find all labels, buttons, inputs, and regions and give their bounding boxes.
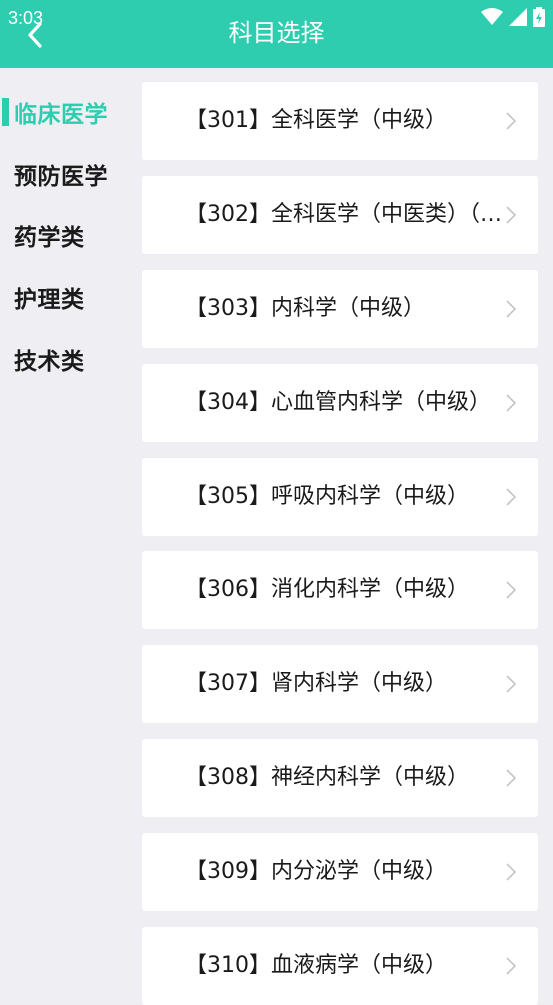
- subject-item-303[interactable]: 【303】内科学（中级）: [142, 270, 538, 348]
- sidebar-item-label: 护理类: [14, 287, 85, 313]
- subject-label: 【304】心血管内科学（中级）: [185, 390, 491, 415]
- chevron-right-icon: [506, 769, 517, 787]
- sidebar-item-label: 技术类: [14, 349, 85, 375]
- subject-label: 【303】内科学（中级）: [185, 296, 425, 321]
- chevron-right-icon: [506, 675, 517, 693]
- sidebar-item-technology[interactable]: 技术类: [0, 337, 136, 381]
- app-header: 3:03 科目选择: [0, 0, 553, 68]
- chevron-right-icon: [506, 488, 517, 506]
- subject-label: 【301】全科医学（中级）: [185, 108, 447, 133]
- subject-item-310[interactable]: 【310】血液病学（中级）: [142, 927, 538, 1005]
- subject-item-307[interactable]: 【307】肾内科学（中级）: [142, 645, 538, 723]
- chevron-right-icon: [506, 394, 517, 412]
- category-sidebar: 临床医学 预防医学 药学类 护理类 技术类: [0, 68, 136, 983]
- subject-label: 【309】内分泌学（中级）: [185, 859, 447, 884]
- subject-item-309[interactable]: 【309】内分泌学（中级）: [142, 833, 538, 911]
- chevron-right-icon: [506, 112, 517, 130]
- chevron-right-icon: [506, 300, 517, 318]
- sidebar-item-preventive-medicine[interactable]: 预防医学: [0, 152, 136, 196]
- subject-label: 【305】呼吸内科学（中级）: [185, 484, 469, 509]
- subject-label: 【302】全科医学（中医类）（中级）: [185, 202, 515, 227]
- subject-item-306[interactable]: 【306】消化内科学（中级）: [142, 551, 538, 629]
- sidebar-item-label: 药学类: [14, 225, 85, 251]
- subject-item-304[interactable]: 【304】心血管内科学（中级）: [142, 364, 538, 442]
- subject-item-305[interactable]: 【305】呼吸内科学（中级）: [142, 458, 538, 536]
- page-title: 科目选择: [228, 19, 325, 47]
- sidebar-item-label: 临床医学: [14, 102, 108, 128]
- chevron-right-icon: [506, 863, 517, 881]
- active-indicator: [2, 98, 9, 126]
- chevron-right-icon: [506, 957, 517, 975]
- subject-label: 【307】肾内科学（中级）: [185, 671, 447, 696]
- subject-item-302[interactable]: 【302】全科医学（中医类）（中级）: [142, 176, 538, 254]
- sidebar-item-nursing[interactable]: 护理类: [0, 275, 136, 319]
- subject-label: 【308】神经内科学（中级）: [185, 765, 469, 790]
- subject-item-301[interactable]: 【301】全科医学（中级）: [142, 82, 538, 160]
- subject-label: 【306】消化内科学（中级）: [185, 577, 469, 602]
- sidebar-item-pharmacy[interactable]: 药学类: [0, 213, 136, 257]
- subject-item-308[interactable]: 【308】神经内科学（中级）: [142, 739, 538, 817]
- sidebar-item-label: 预防医学: [14, 164, 108, 190]
- subject-label: 【310】血液病学（中级）: [185, 953, 447, 978]
- chevron-right-icon: [506, 581, 517, 599]
- sidebar-item-clinical-medicine[interactable]: 临床医学: [0, 90, 136, 134]
- chevron-right-icon: [506, 206, 517, 224]
